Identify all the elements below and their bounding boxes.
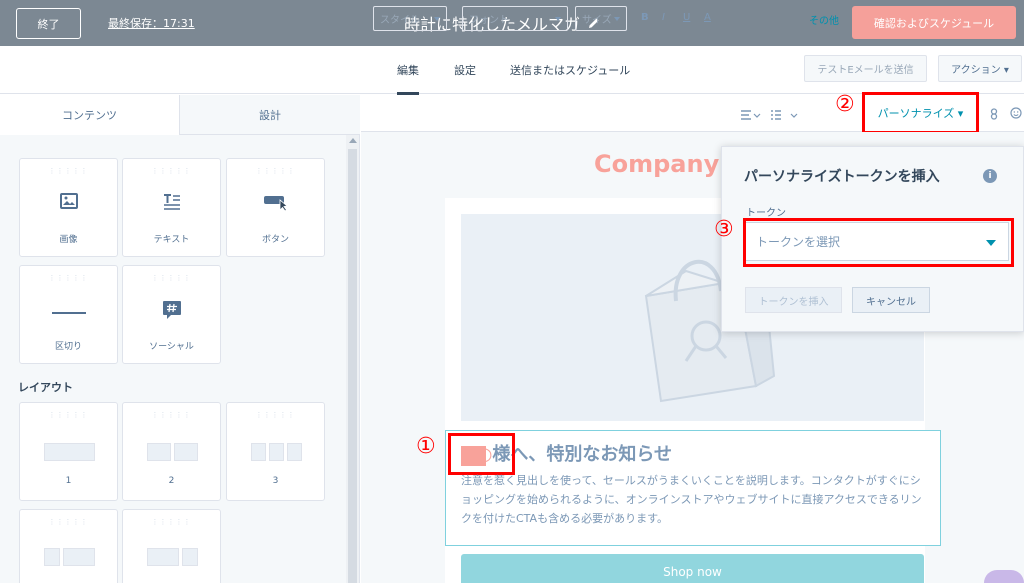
list-icon[interactable] xyxy=(771,110,799,120)
italic-button[interactable]: I xyxy=(662,12,665,23)
annotation-number-3: ③ xyxy=(714,217,734,242)
layout-column-shape xyxy=(63,548,95,566)
emoji-icon[interactable] xyxy=(1010,107,1022,119)
left-panel-scrollbar[interactable] xyxy=(346,135,359,583)
block-image[interactable]: ⋮⋮⋮⋮⋮ 画像 xyxy=(19,158,118,257)
layout-column-shape xyxy=(44,548,60,566)
drag-grip-icon: ⋮⋮⋮⋮⋮ xyxy=(151,167,192,175)
chevron-down-icon xyxy=(555,17,561,21)
drag-grip-icon: ⋮⋮⋮⋮⋮ xyxy=(48,518,89,526)
block-label: ソーシャル xyxy=(149,342,194,352)
block-label: テキスト xyxy=(153,235,190,245)
align-icon[interactable] xyxy=(741,110,763,120)
block-label: 区切り xyxy=(54,342,82,352)
image-icon xyxy=(59,193,78,209)
tab-design[interactable]: 設計 xyxy=(180,95,360,135)
tab-edit[interactable]: 編集 xyxy=(397,62,419,95)
layout-column-shape xyxy=(44,443,95,461)
personalize-dropdown[interactable]: パーソナライズ ▾ xyxy=(862,92,979,134)
bold-button[interactable]: B xyxy=(641,12,649,23)
drag-grip-icon: ⋮⋮⋮⋮⋮ xyxy=(255,167,296,175)
layout-column-shape xyxy=(182,548,198,566)
layout-2-column-uneven-right[interactable]: ⋮⋮⋮⋮⋮ xyxy=(122,509,221,583)
cancel-button[interactable]: キャンセル xyxy=(852,287,930,313)
layout-column-shape xyxy=(147,443,171,461)
text-icon xyxy=(163,194,180,210)
info-icon[interactable]: i xyxy=(983,169,997,183)
layout-column-shape xyxy=(174,443,198,461)
company-logo-text[interactable]: Company xyxy=(594,150,719,178)
headline-text: 様へ、特別なお知らせ xyxy=(492,444,673,465)
popup-title: パーソナライズトークンを挿入 xyxy=(744,169,940,185)
layout-2-column[interactable]: ⋮⋮⋮⋮⋮ 2 xyxy=(122,402,221,501)
block-text[interactable]: ⋮⋮⋮⋮⋮ テキスト xyxy=(122,158,221,257)
annotation-number-2: ② xyxy=(835,92,855,117)
confirm-schedule-button[interactable]: 確認およびスケジュール xyxy=(852,6,1016,39)
drag-grip-icon: ⋮⋮⋮⋮⋮ xyxy=(151,274,192,282)
button-icon xyxy=(263,196,288,211)
layout-label: 3 xyxy=(272,476,279,486)
tab-settings[interactable]: 設定 xyxy=(454,62,476,78)
block-divider[interactable]: ⋮⋮⋮⋮⋮ 区切り xyxy=(19,265,118,364)
layout-column-shape xyxy=(287,443,302,461)
block-social[interactable]: ⋮⋮⋮⋮⋮ ソーシャル xyxy=(122,265,221,364)
tab-content[interactable]: コンテンツ xyxy=(0,95,180,135)
send-test-email-button[interactable]: テストEメールを送信 xyxy=(804,55,927,82)
drag-grip-icon: ⋮⋮⋮⋮⋮ xyxy=(255,411,296,419)
annotation-number-1: ① xyxy=(416,434,436,459)
style-select[interactable]: スタイル xyxy=(373,6,447,31)
layout-2-column-uneven[interactable]: ⋮⋮⋮⋮⋮ xyxy=(19,509,118,583)
layout-column-shape xyxy=(147,548,179,566)
chat-widget-icon[interactable] xyxy=(984,570,1024,583)
tab-send-schedule[interactable]: 送信またはスケジュール xyxy=(510,62,630,78)
scrollbar-thumb[interactable] xyxy=(348,149,357,583)
underline-button[interactable]: U xyxy=(683,12,690,23)
drag-grip-icon: ⋮⋮⋮⋮⋮ xyxy=(48,167,89,175)
shop-now-button[interactable]: Shop now xyxy=(461,554,924,583)
block-button[interactable]: ⋮⋮⋮⋮⋮ ボタン xyxy=(226,158,325,257)
social-hashtag-icon xyxy=(162,301,181,319)
email-paragraph[interactable]: 注意を惹く見出しを使って、セールスがうまくいくことを説明します。コンタクトがすぐ… xyxy=(461,471,923,528)
exit-button[interactable]: 終了 xyxy=(16,8,81,39)
layout-column-shape xyxy=(269,443,284,461)
layout-1-column[interactable]: ⋮⋮⋮⋮⋮ 1 xyxy=(19,402,118,501)
block-label: ボタン xyxy=(261,235,289,245)
drag-grip-icon: ⋮⋮⋮⋮⋮ xyxy=(151,411,192,419)
more-options-button[interactable]: その他 xyxy=(809,12,839,27)
size-select[interactable]: サイズ xyxy=(575,6,627,31)
size-select-value: サイズ xyxy=(582,15,612,26)
layout-3-column[interactable]: ⋮⋮⋮⋮⋮ 3 xyxy=(226,402,325,501)
chevron-down-icon xyxy=(434,17,440,21)
style-select-value: スタイル xyxy=(380,15,420,26)
chevron-down-icon xyxy=(614,17,620,21)
layout-column-shape xyxy=(251,443,266,461)
drag-grip-icon: ⋮⋮⋮⋮⋮ xyxy=(151,518,192,526)
drag-grip-icon: ⋮⋮⋮⋮⋮ xyxy=(48,274,89,282)
font-select[interactable]: フォント xyxy=(462,6,568,31)
link-icon[interactable] xyxy=(990,108,998,120)
layout-label: 1 xyxy=(65,476,72,486)
layout-section-label: レイアウト xyxy=(18,381,73,394)
text-color-button[interactable]: A xyxy=(704,12,711,23)
last-saved-link[interactable]: 最終保存：17:31 xyxy=(108,15,195,31)
actions-dropdown[interactable]: アクション ▾ xyxy=(938,55,1022,82)
editor-tab-bar: 編集 設定 送信またはスケジュール テストEメールを送信 アクション ▾ xyxy=(0,46,1024,95)
annotation-highlight-box-1 xyxy=(448,433,515,475)
layout-label: 2 xyxy=(168,476,175,486)
annotation-highlight-box-3 xyxy=(743,218,1014,267)
token-field-label: トークン xyxy=(746,208,786,219)
divider-icon xyxy=(51,312,86,314)
scroll-up-arrow-icon[interactable] xyxy=(349,138,357,143)
insert-token-button[interactable]: トークンを挿入 xyxy=(745,287,842,313)
font-select-value: フォント xyxy=(469,15,509,26)
drag-grip-icon: ⋮⋮⋮⋮⋮ xyxy=(48,411,89,419)
block-label: 画像 xyxy=(59,235,78,245)
